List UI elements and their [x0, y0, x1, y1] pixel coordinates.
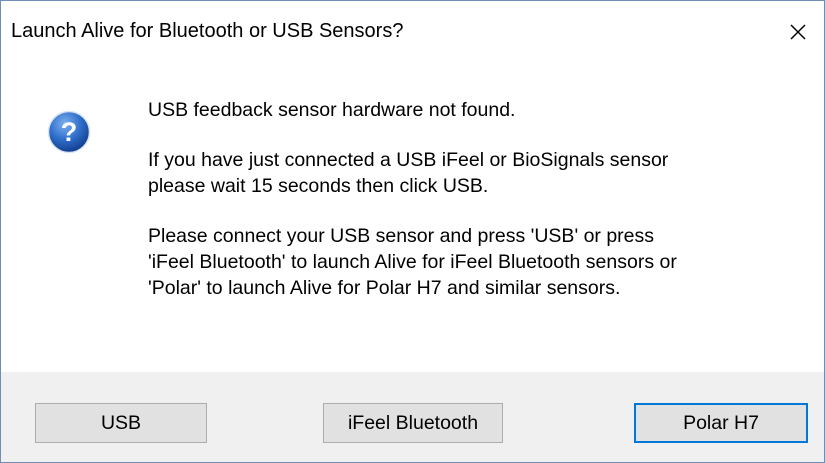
dialog-body: ? USB feedback sensor hardware not found…	[1, 63, 824, 372]
ifeel-bluetooth-button[interactable]: iFeel Bluetooth	[323, 403, 503, 443]
polar-h7-button[interactable]: Polar H7	[634, 403, 808, 443]
dialog-window: Launch Alive for Bluetooth or USB Sensor…	[0, 0, 825, 463]
dialog-title: Launch Alive for Bluetooth or USB Sensor…	[11, 20, 404, 42]
message-not-found: USB feedback sensor hardware not found.	[148, 99, 516, 121]
close-icon	[790, 24, 806, 40]
message-connect-instruction: Please connect your USB sensor and press…	[148, 225, 677, 299]
question-icon: ?	[47, 110, 91, 154]
button-bar: USB iFeel Bluetooth Polar H7	[1, 372, 824, 462]
close-button[interactable]	[772, 1, 824, 63]
message-wait-instruction: If you have just connected a USB iFeel o…	[148, 149, 669, 197]
usb-button[interactable]: USB	[35, 403, 207, 443]
question-icon-glyph: ?	[61, 117, 78, 147]
title-bar[interactable]: Launch Alive for Bluetooth or USB Sensor…	[1, 1, 824, 63]
message-text: USB feedback sensor hardware not found. …	[148, 97, 808, 325]
